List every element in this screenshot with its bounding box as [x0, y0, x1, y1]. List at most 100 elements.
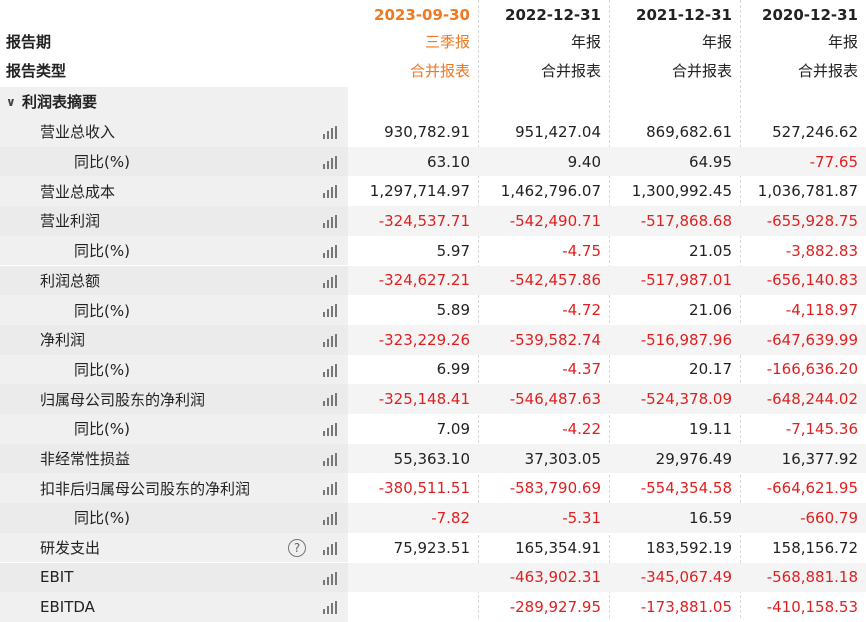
- value-cell: -516,987.96: [609, 324, 740, 355]
- date-col-3[interactable]: 2021-12-31: [609, 0, 740, 30]
- value-cell: 21.05: [689, 241, 732, 260]
- header-type-row: 报告类型 合并报表 合并报表 合并报表 合并报表: [0, 56, 866, 86]
- value-cell: -325,148.41: [348, 384, 478, 414]
- row-label: 利润总额: [0, 265, 348, 296]
- value-cell: 869,682.61: [646, 122, 732, 141]
- type-col-2: 合并报表: [540, 62, 601, 81]
- bar-chart-icon[interactable]: [322, 155, 338, 169]
- period-col-1: 三季报: [424, 33, 470, 52]
- table-row[interactable]: 利润总额 -324,627.21 -542,457.86 -517,987.01 -65…: [0, 265, 866, 296]
- bar-chart-icon[interactable]: [322, 185, 338, 199]
- date-col-1[interactable]: 2023-09-30: [348, 0, 478, 30]
- row-label-text: 营业总成本: [40, 182, 116, 201]
- header-date-row: 2023-09-30 2022-12-31 2021-12-31 2020-12…: [0, 0, 866, 30]
- chevron-down-icon[interactable]: ∨: [6, 95, 22, 109]
- bar-chart-icon[interactable]: [322, 333, 338, 347]
- date-col-4[interactable]: 2020-12-31: [740, 0, 866, 30]
- value-cell: -4.72: [562, 301, 601, 320]
- financial-table: 2023-09-30 2022-12-31 2021-12-31 2020-12…: [0, 0, 866, 622]
- bar-chart-icon[interactable]: [322, 126, 338, 139]
- period-col-4: 年报: [827, 33, 858, 52]
- value-cell: 7.09: [436, 419, 470, 438]
- value-cell: -517,987.01: [609, 265, 740, 296]
- value-cell: 1,462,796.07: [500, 182, 601, 201]
- value-cell: -77.65: [740, 146, 866, 177]
- value-cell: 1,297,714.97: [369, 182, 470, 201]
- value-cell: -583,790.69: [509, 479, 601, 498]
- value-cell: -323,229.26: [348, 324, 478, 355]
- table-row[interactable]: EBITDA -289,927.95 -173,881.05 -410,158.53: [0, 592, 866, 622]
- row-label-text: 营业总收入: [40, 123, 116, 142]
- value-cell: [348, 562, 478, 593]
- table-row[interactable]: 净利润 -323,229.26 -539,582.74 -516,987.96 -647…: [0, 324, 866, 355]
- bar-chart-icon[interactable]: [322, 274, 338, 288]
- value-cell: -463,902.31: [478, 562, 609, 593]
- table-row[interactable]: 扣非后归属母公司股东的净利润 -380,511.51 -583,790.69 -554…: [0, 473, 866, 504]
- row-label: 归属母公司股东的净利润: [0, 384, 348, 414]
- table-row[interactable]: EBIT -463,902.31 -345,067.49 -568,881.18: [0, 562, 866, 593]
- bar-chart-icon[interactable]: [322, 215, 338, 229]
- table-row[interactable]: 营业总成本 1,297,714.97 1,462,796.07 1,300,992.4…: [0, 176, 866, 207]
- value-cell: -660.79: [740, 503, 866, 533]
- row-label-text: 同比(%): [74, 301, 130, 320]
- value-cell: -380,511.51: [378, 479, 470, 498]
- bar-chart-icon[interactable]: [322, 601, 338, 615]
- table-row[interactable]: 同比(%) 5.97 -4.75 21.05 -3,882.83: [0, 235, 866, 266]
- row-label-text: 同比(%): [74, 242, 130, 261]
- row-label: 同比(%): [0, 503, 348, 533]
- value-cell: 16,377.92: [740, 443, 866, 474]
- table-row[interactable]: 同比(%) 5.89 -4.72 21.06 -4,118.97: [0, 295, 866, 325]
- value-cell: -410,158.53: [766, 598, 858, 617]
- section-toggle[interactable]: ∨ 利润表摘要: [0, 87, 348, 117]
- value-cell: 64.95: [609, 146, 740, 177]
- value-cell: 1,036,781.87: [757, 182, 858, 201]
- value-cell: -546,487.63: [478, 384, 609, 414]
- value-cell: -4.75: [562, 241, 601, 260]
- row-label: 同比(%): [0, 414, 348, 444]
- bar-chart-icon[interactable]: [322, 244, 338, 258]
- bar-chart-icon[interactable]: [322, 541, 338, 555]
- table-row[interactable]: 同比(%) 6.99 -4.37 20.17 -166,636.20: [0, 354, 866, 385]
- value-cell: -173,881.05: [640, 598, 732, 617]
- row-label: EBIT: [0, 562, 348, 593]
- bar-chart-icon[interactable]: [322, 304, 338, 318]
- bar-chart-icon[interactable]: [322, 363, 338, 377]
- period-col-3: 年报: [701, 33, 732, 52]
- value-cell: 165,354.91: [515, 538, 601, 557]
- value-cell: -554,354.58: [640, 479, 732, 498]
- value-cell: 183,592.19: [646, 538, 732, 557]
- help-icon[interactable]: ?: [288, 538, 306, 557]
- type-col-1: 合并报表: [409, 62, 470, 81]
- table-row[interactable]: 研发支出? 75,923.51 165,354.91 183,592.19 158,15…: [0, 532, 866, 563]
- bar-chart-icon[interactable]: [322, 571, 338, 585]
- bar-chart-icon[interactable]: [322, 452, 338, 466]
- row-label-text: 利润总额: [40, 271, 101, 290]
- value-cell: -5.31: [478, 503, 609, 533]
- period-label: 报告期: [6, 33, 52, 52]
- bar-chart-icon[interactable]: [322, 512, 338, 526]
- table-row[interactable]: 非经常性损益 55,363.10 37,303.05 29,976.49 16,377.…: [0, 443, 866, 474]
- table-row[interactable]: 同比(%) 63.10 9.40 64.95 -77.65: [0, 146, 866, 177]
- date-col-2[interactable]: 2022-12-31: [478, 0, 609, 30]
- row-label-text: 扣非后归属母公司股东的净利润: [40, 479, 251, 498]
- table-row[interactable]: 归属母公司股东的净利润 -325,148.41 -546,487.63 -524,37…: [0, 384, 866, 414]
- table-row[interactable]: 营业总收入 930,782.91 951,427.04 869,682.61 527,2…: [0, 117, 866, 147]
- value-cell: -542,490.71: [478, 206, 609, 236]
- row-label-text: 同比(%): [74, 509, 130, 528]
- value-cell: 1,300,992.45: [631, 182, 732, 201]
- value-cell: -647,639.99: [740, 324, 866, 355]
- bar-chart-icon[interactable]: [322, 393, 338, 407]
- table-row[interactable]: 营业利润 -324,537.71 -542,490.71 -517,868.68 -65…: [0, 206, 866, 236]
- table-row[interactable]: 同比(%) -7.82 -5.31 16.59 -660.79: [0, 503, 866, 533]
- type-col-4: 合并报表: [797, 62, 858, 81]
- bar-chart-icon[interactable]: [322, 482, 338, 496]
- row-label: EBITDA: [0, 592, 348, 622]
- value-cell: -289,927.95: [509, 598, 601, 617]
- type-label: 报告类型: [6, 62, 67, 81]
- section-header[interactable]: ∨ 利润表摘要: [0, 87, 866, 117]
- value-cell: -4.37: [562, 360, 601, 379]
- bar-chart-icon[interactable]: [322, 423, 338, 436]
- table-row[interactable]: 同比(%) 7.09 -4.22 19.11 -7,145.36: [0, 414, 866, 444]
- value-cell: -166,636.20: [766, 360, 858, 379]
- row-label: 同比(%): [0, 146, 348, 177]
